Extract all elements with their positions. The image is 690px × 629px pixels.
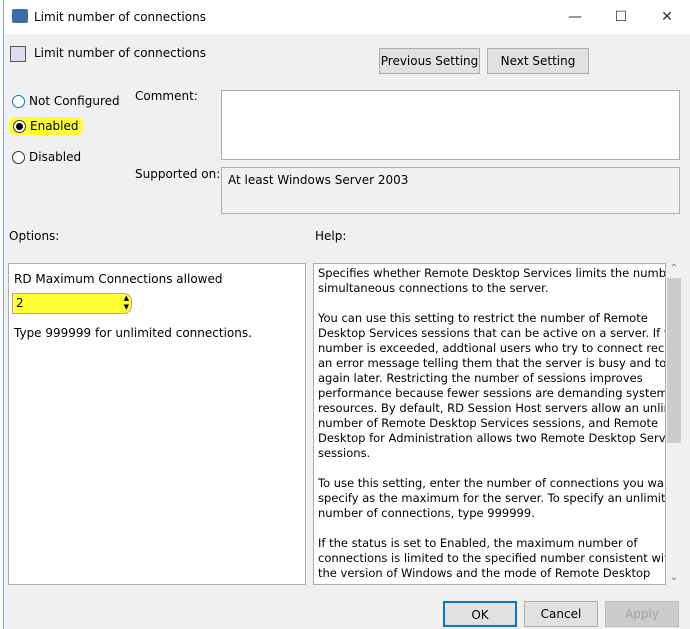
ok-button[interactable]: OK — [443, 601, 517, 627]
comment-input[interactable] — [221, 90, 680, 160]
supported-label: Supported on: — [135, 167, 221, 181]
radio-circle[interactable] — [12, 94, 25, 108]
max-connections-input[interactable]: 2 — [16, 296, 24, 310]
close-button[interactable]: ✕ — [644, 0, 690, 34]
supported-on-field: At least Windows Server 2003 — [221, 167, 680, 214]
cancel-button[interactable]: Cancel — [524, 601, 598, 627]
max-connections-spinner[interactable]: 2 ▲ ▼ — [12, 293, 132, 314]
next-setting-button[interactable]: Next Setting — [487, 48, 589, 74]
scroll-thumb[interactable] — [667, 278, 681, 443]
help-text: Specifies whether Remote Desktop Service… — [318, 266, 665, 580]
maximize-button[interactable]: ☐ — [598, 0, 644, 34]
remote-desktop-icon — [12, 9, 28, 23]
supported-value: At least Windows Server 2003 — [228, 173, 409, 187]
comment-scrollbar[interactable] — [663, 91, 679, 159]
scroll-up-icon[interactable]: ⌃ — [666, 263, 682, 274]
policy-name: Limit number of connections — [34, 46, 206, 60]
help-scrollbar[interactable]: ⌃ ⌄ — [666, 263, 682, 585]
comment-label: Comment: — [135, 89, 198, 103]
title-bar: Limit number of connections — ☐ ✕ — [4, 0, 690, 34]
radio-label: Not Configured — [29, 94, 120, 108]
unlimited-hint: Type 999999 for unlimited connections. — [14, 326, 252, 340]
options-panel: RD Maximum Connections allowed 2 ▲ ▼ Typ… — [8, 263, 306, 585]
radio-label: Enabled — [30, 119, 79, 133]
previous-setting-button[interactable]: Previous Setting — [379, 48, 480, 74]
minimize-button[interactable]: — — [552, 0, 598, 34]
window-title: Limit number of connections — [34, 10, 206, 24]
help-panel: Specifies whether Remote Desktop Service… — [313, 263, 666, 585]
help-label: Help: — [315, 229, 347, 243]
spin-up-icon[interactable]: ▲ — [124, 294, 129, 303]
radio-disabled[interactable]: Disabled — [12, 150, 81, 164]
radio-not-configured[interactable]: Not Configured — [12, 94, 120, 108]
scroll-down-icon[interactable]: ⌄ — [666, 572, 682, 583]
radio-circle[interactable] — [13, 119, 26, 133]
radio-circle[interactable] — [12, 150, 25, 164]
options-label: Options: — [9, 229, 60, 243]
background-window-strip — [0, 0, 4, 629]
radio-label: Disabled — [29, 150, 82, 164]
radio-enabled[interactable]: Enabled — [9, 117, 83, 135]
apply-button[interactable]: Apply — [605, 601, 679, 627]
max-connections-label: RD Maximum Connections allowed — [14, 272, 223, 286]
spin-down-icon[interactable]: ▼ — [124, 303, 129, 312]
policy-icon — [10, 46, 26, 62]
